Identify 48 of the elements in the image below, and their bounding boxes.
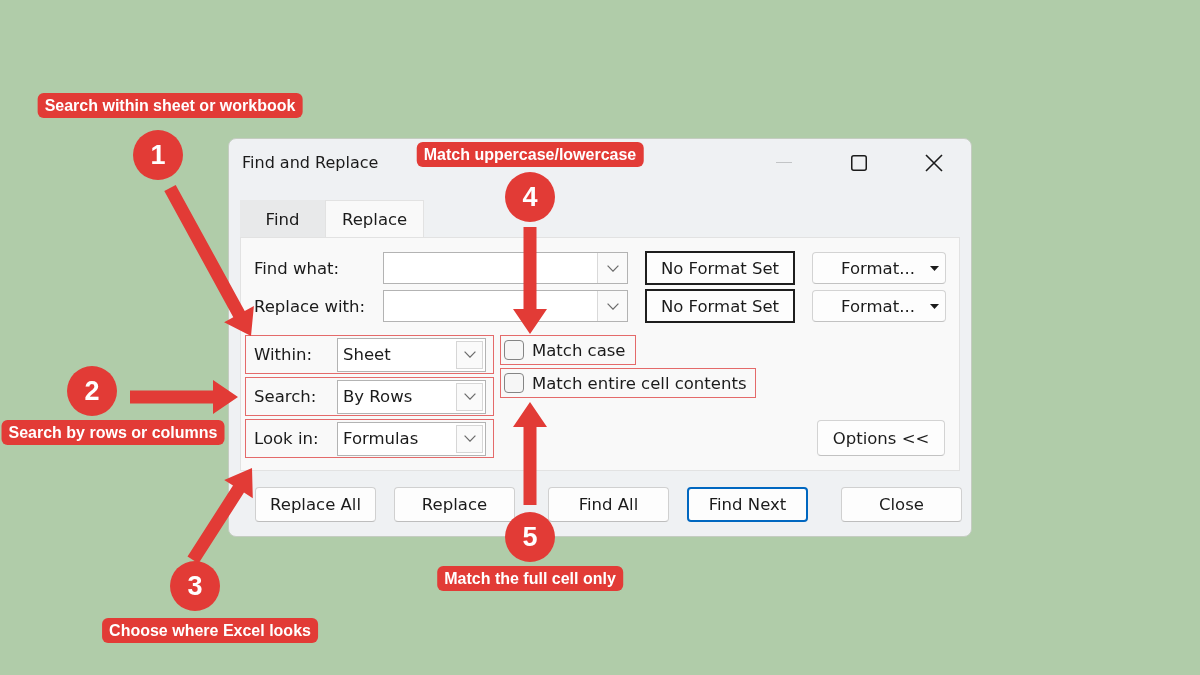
chevron-down-icon [463, 351, 476, 358]
chevron-down-icon [463, 393, 476, 400]
option-label: Within: [254, 345, 314, 364]
option-label: Search: [254, 387, 318, 406]
checkbox-label[interactable]: Match entire cell contents [532, 373, 747, 393]
options-button[interactable]: Options << [817, 420, 945, 456]
callout-label: Choose where Excel looks [102, 618, 318, 643]
checkbox[interactable] [504, 340, 524, 360]
action-button[interactable]: Replace All [255, 487, 376, 522]
action-button[interactable]: Replace [394, 487, 515, 522]
action-button[interactable]: Find All [548, 487, 669, 522]
format-button[interactable]: Format... [812, 252, 946, 284]
format-button[interactable]: Format... [812, 290, 946, 322]
step-badge: 3 [170, 561, 220, 611]
chevron-down-icon [463, 435, 476, 442]
dropdown-button[interactable] [456, 424, 483, 453]
callout-label: Search by rows or columns [1, 420, 225, 445]
format-preview: No Format Set [645, 251, 795, 285]
dropdown[interactable]: Sheet [337, 337, 486, 372]
callout-label: Search within sheet or workbook [37, 93, 303, 118]
step-badge: 5 [505, 512, 555, 562]
callout-label: Match the full cell only [437, 566, 623, 591]
caret-icon [930, 303, 939, 309]
dropdown-button[interactable] [456, 382, 483, 411]
window-title: Find and Replace [242, 153, 379, 172]
step-badge: 2 [67, 366, 117, 416]
format-preview: No Format Set [645, 289, 795, 323]
combo-field[interactable] [383, 290, 628, 322]
option-label: Look in: [254, 429, 320, 448]
dropdown[interactable]: Formulas [337, 421, 486, 456]
tab[interactable]: Replace [325, 200, 425, 237]
tab[interactable]: Find [240, 200, 325, 237]
action-button[interactable]: Close [841, 487, 962, 522]
dropdown[interactable]: By Rows [337, 379, 486, 414]
field-label: Replace with: [254, 296, 367, 316]
caret-icon [930, 265, 939, 271]
field-label: Find what: [254, 258, 341, 278]
chevron-down-icon [606, 302, 619, 310]
checkbox-label[interactable]: Match case [532, 340, 626, 360]
chevron-down-icon [606, 264, 619, 272]
dropdown-button[interactable] [597, 291, 627, 321]
combo-field[interactable] [383, 252, 628, 284]
callout-label: Match uppercase/lowercase [416, 142, 644, 167]
checkbox[interactable] [504, 373, 524, 393]
dropdown-button[interactable] [597, 253, 627, 283]
dropdown-button[interactable] [456, 340, 483, 369]
step-badge: 1 [133, 130, 183, 180]
action-button[interactable]: Find Next [687, 487, 808, 522]
